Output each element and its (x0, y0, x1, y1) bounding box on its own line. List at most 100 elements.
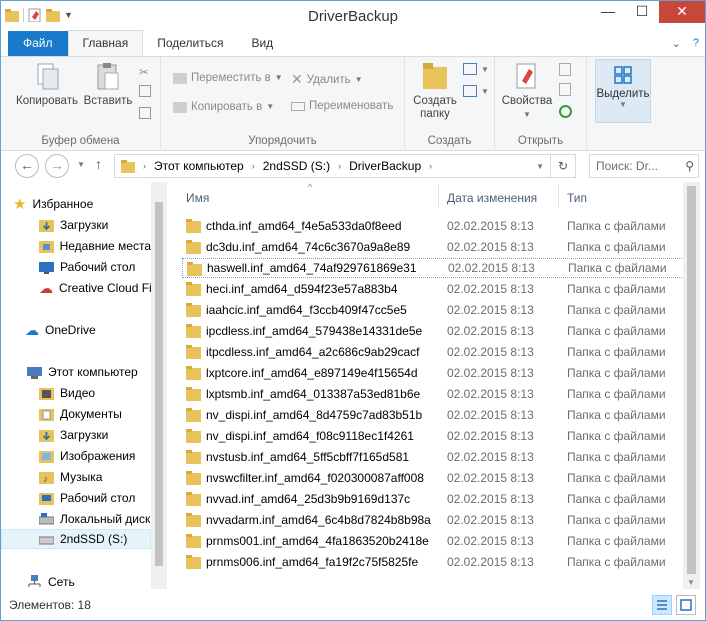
file-date: 02.02.2015 8:13 (447, 282, 534, 296)
tab-view[interactable]: Вид (237, 31, 287, 56)
breadcrumb[interactable]: › Этот компьютер › 2ndSSD (S:) › DriverB… (114, 154, 551, 178)
chevron-down-icon[interactable]: ⌄ (672, 37, 681, 50)
new-folder-button[interactable]: Создать папку (409, 61, 461, 121)
nav-label: Локальный диск (60, 512, 151, 526)
select-button[interactable]: Выделить ▼ (595, 59, 651, 123)
rename-button[interactable]: Переименовать (291, 100, 393, 112)
chevron-right-icon[interactable]: › (252, 161, 255, 171)
move-to-button[interactable]: Переместить в ▼ (173, 71, 283, 84)
paste-button[interactable]: Вставить (83, 61, 133, 108)
nav-scrollbar-thumb[interactable] (155, 202, 163, 566)
nav-desktop-pc[interactable]: Рабочий стол (1, 488, 151, 508)
up-button[interactable]: ↑ (95, 156, 102, 172)
cut-button[interactable]: ✂ (139, 65, 149, 79)
table-row[interactable]: lxptsmb.inf_amd64_013387a53ed81b6e 02.02.… (182, 384, 682, 404)
copy-to-button[interactable]: Копировать в ▼ (173, 100, 274, 113)
table-row[interactable]: lxptcore.inf_amd64_e897149e4f15654d 02.02… (182, 363, 682, 383)
chevron-right-icon[interactable]: › (338, 161, 341, 171)
details-view-button[interactable] (652, 595, 672, 615)
nav-this-pc[interactable]: Этот компьютер (1, 362, 151, 382)
recent-locations-icon[interactable]: ▼ (77, 160, 85, 169)
table-row[interactable]: itpcdless.inf_amd64_a2c686c9ab29cacf 02.0… (182, 342, 682, 362)
chevron-right-icon[interactable]: › (429, 161, 432, 171)
folder-icon (186, 240, 201, 254)
breadcrumb-this-pc[interactable]: Этот компьютер (154, 159, 244, 173)
search-placeholder: Поиск: Dr... (596, 159, 658, 173)
open-button[interactable] (559, 63, 571, 76)
nav-downloads-pc[interactable]: Загрузки (1, 425, 151, 445)
large-icons-view-button[interactable] (676, 595, 696, 615)
help-icon[interactable]: ? (693, 37, 699, 50)
table-row[interactable]: iaahcic.inf_amd64_f3ccb409f47cc5e5 02.02.… (182, 300, 682, 320)
chevron-right-icon[interactable]: › (143, 161, 146, 171)
nav-documents[interactable]: Документы (1, 404, 151, 424)
nav-images[interactable]: Изображения (1, 446, 151, 466)
table-row[interactable]: prnms006.inf_amd64_fa19f2c75f5825fe 02.02… (182, 552, 682, 572)
table-row[interactable]: haswell.inf_amd64_74af929761869e31 02.02.… (182, 258, 682, 278)
group-organize: Переместить в ▼ Копировать в ▼ ✕ Удалить ▼ … (161, 57, 405, 151)
breadcrumb-drive[interactable]: 2ndSSD (S:) (263, 159, 330, 173)
table-row[interactable]: nv_dispi.inf_amd64_f08c9118ec1f4261 02.02… (182, 426, 682, 446)
nav-desktop[interactable]: Рабочий стол (1, 257, 151, 277)
table-row[interactable]: ipcdless.inf_amd64_579438e14331de5e 02.02… (182, 321, 682, 341)
nav-onedrive[interactable]: ☁ OneDrive (1, 320, 151, 340)
copy-path-icon (139, 85, 151, 97)
table-row[interactable]: nvswcfilter.inf_amd64_f020300087aff008 02… (182, 468, 682, 488)
table-row[interactable]: nvvadarm.inf_amd64_6c4b8d7824b8b98a 02.02… (182, 510, 682, 530)
svg-text:♪: ♪ (43, 474, 48, 484)
tab-home[interactable]: Главная (67, 30, 144, 56)
address-dropdown-icon[interactable]: ▼ (536, 162, 544, 171)
column-type[interactable]: Тип (567, 191, 587, 205)
maximize-button[interactable]: ☐ (625, 1, 659, 23)
nav-network[interactable]: Сеть (1, 572, 151, 589)
column-name[interactable]: Имя (186, 191, 209, 205)
tab-file[interactable]: Файл (8, 31, 68, 56)
nav-video[interactable]: Видео (1, 383, 151, 403)
search-input[interactable]: Поиск: Dr... ⚲ (589, 154, 699, 178)
file-name: cthda.inf_amd64_f4e5a533da0f8eed (206, 219, 402, 233)
column-header: ^ Имя Дата изменения Тип (168, 182, 683, 210)
tab-share[interactable]: Поделиться (143, 31, 237, 56)
minimize-button[interactable]: — (591, 1, 625, 23)
table-row[interactable]: prnms001.inf_amd64_4fa1863520b2418e 02.02… (182, 531, 682, 551)
scroll-down-icon[interactable]: ▼ (687, 578, 695, 587)
breadcrumb-folder[interactable]: DriverBackup (349, 159, 421, 173)
copy-button[interactable]: Копировать (15, 61, 79, 108)
close-button[interactable]: ✕ (659, 1, 705, 23)
edit-button[interactable] (559, 83, 571, 96)
nav-favorites[interactable]: ★ Избранное (1, 194, 151, 214)
table-row[interactable]: nvstusb.inf_amd64_5ff5cbff7f165d581 02.02… (182, 447, 682, 467)
nav-recent[interactable]: Недавние места (1, 236, 151, 256)
forward-button[interactable]: → (45, 154, 69, 178)
nav-music[interactable]: ♪ Музыка (1, 467, 151, 487)
delete-button[interactable]: ✕ Удалить ▼ (291, 71, 363, 88)
file-type: Папка с файлами (567, 240, 666, 254)
file-date: 02.02.2015 8:13 (447, 450, 534, 464)
nav-scrollbar[interactable] (151, 182, 167, 589)
file-type: Папка с файлами (567, 219, 666, 233)
column-date[interactable]: Дата изменения (447, 191, 537, 205)
table-row[interactable]: dc3du.inf_amd64_74c6c3670a9a8e89 02.02.20… (182, 237, 682, 257)
easy-access-button[interactable]: ▼ (463, 85, 489, 97)
search-icon[interactable]: ⚲ (685, 155, 694, 177)
history-button[interactable] (559, 105, 572, 118)
file-list-scrollbar[interactable]: ▼ (683, 182, 700, 589)
file-list-scrollbar-thumb[interactable] (687, 186, 696, 574)
paste-shortcut-button[interactable] (139, 107, 151, 119)
file-type: Папка с файлами (568, 261, 667, 275)
table-row[interactable]: cthda.inf_amd64_f4e5a533da0f8eed 02.02.20… (182, 216, 682, 236)
table-row[interactable]: nvvad.inf_amd64_25d3b9b9169d137c 02.02.20… (182, 489, 682, 509)
new-item-button[interactable]: ▼ (463, 63, 489, 75)
table-row[interactable]: nv_dispi.inf_amd64_8d4759c7ad83b51b 02.02… (182, 405, 682, 425)
nav-local-disk[interactable]: Локальный диск (1, 509, 151, 529)
nav-downloads[interactable]: Загрузки (1, 215, 151, 235)
back-button[interactable]: ← (15, 154, 39, 178)
copy-path-button[interactable] (139, 85, 151, 97)
column-divider[interactable] (558, 184, 559, 208)
refresh-button[interactable]: ↻ (551, 154, 576, 178)
nav-2ndssd[interactable]: 2ndSSD (S:) (1, 529, 151, 549)
nav-creative-cloud[interactable]: ☁ Creative Cloud Fi (1, 278, 151, 298)
properties-button[interactable]: Свойства ▼ (499, 61, 555, 121)
table-row[interactable]: heci.inf_amd64_d594f23e57a883b4 02.02.201… (182, 279, 682, 299)
column-divider[interactable] (438, 184, 439, 208)
